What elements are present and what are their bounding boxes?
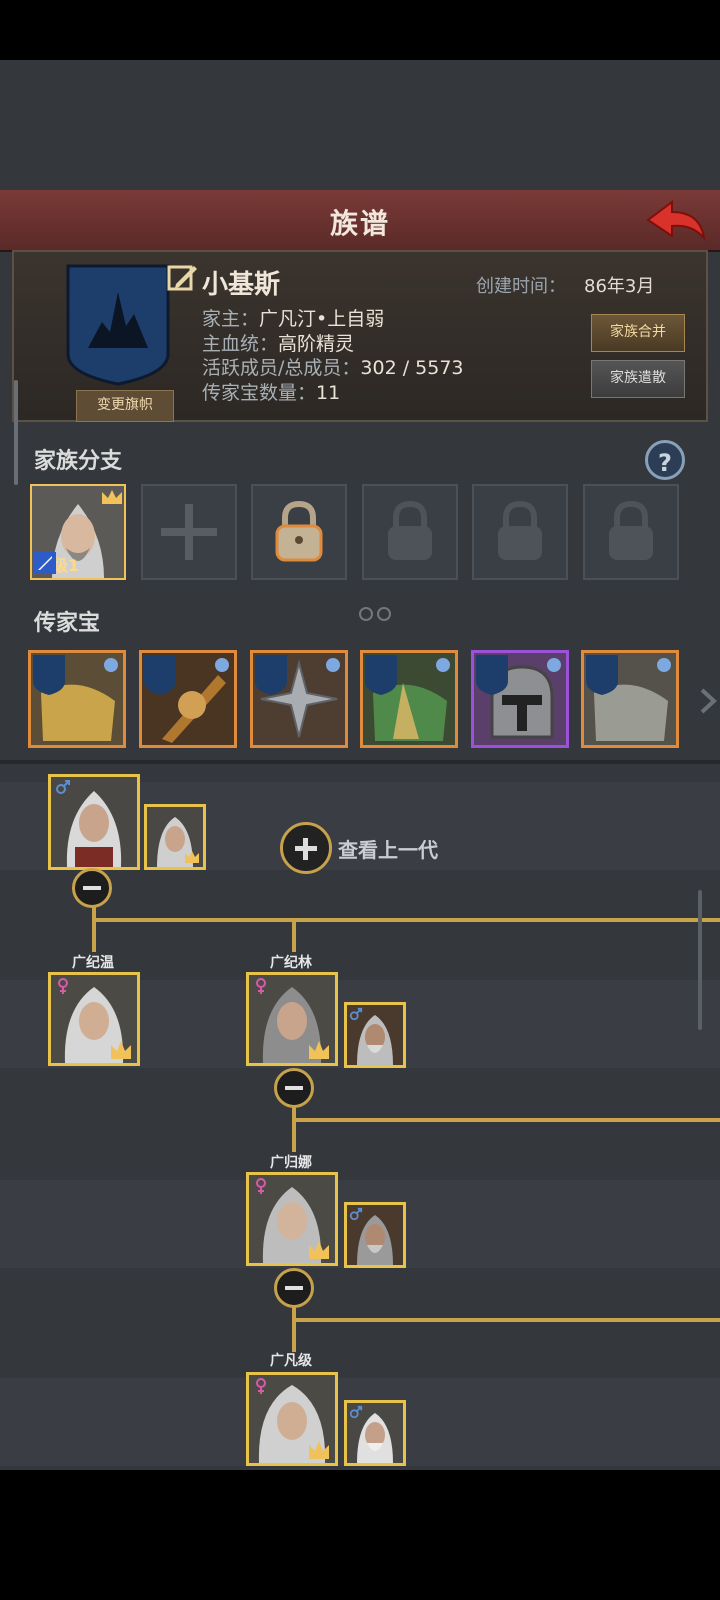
members-row: 活跃成员/总成员：302 / 5573 (202, 353, 464, 380)
page-title: 族谱 (329, 207, 390, 240)
member-portrait-guangfanji[interactable] (246, 1372, 338, 1466)
branch-slot-2[interactable] (141, 484, 237, 580)
male-symbol-icon (349, 1405, 363, 1419)
ancestor-spouse-portrait[interactable] (144, 804, 206, 870)
tree-connector (292, 1118, 296, 1152)
branches-section-title: 家族分支 (34, 449, 123, 474)
male-symbol-icon (349, 1007, 363, 1021)
female-symbol-icon (58, 978, 68, 994)
navigation-bar (0, 1470, 720, 1600)
male-symbol-icon (56, 780, 70, 794)
tree-scrollbar[interactable] (698, 890, 702, 1030)
family-head-value: 广凡汀•上自弱 (259, 308, 385, 330)
tree-connector (92, 918, 96, 952)
silver-armor-icon (584, 653, 676, 745)
chevron-right-icon[interactable] (698, 686, 718, 716)
heirloom-shuriken[interactable] (250, 650, 348, 748)
member-name: 广纪林 (270, 955, 312, 971)
lock-icon (388, 500, 432, 560)
family-merge-button[interactable]: 家族合并 (591, 314, 685, 352)
spouse-portrait[interactable] (344, 1400, 406, 1466)
tree-connector (292, 1118, 720, 1122)
family-info-card: 变更旗帜 小基斯 创建时间： 86年3月 家主：广凡汀•上自弱 主血统：高阶精灵… (12, 250, 708, 422)
crown-icon (102, 490, 122, 504)
sword-icon (34, 552, 56, 574)
tree-connector (92, 918, 720, 922)
member-portrait-guangjilin[interactable] (246, 972, 338, 1066)
cross-icon (161, 504, 217, 560)
family-name: 小基斯 (202, 270, 281, 300)
member-name: 广归娜 (270, 1155, 312, 1171)
collapse-button[interactable] (274, 1068, 314, 1108)
title-bar: 族谱 (0, 190, 720, 252)
bloodline-row: 主血统：高阶精灵 (202, 329, 354, 356)
heirloom-green-armor[interactable] (360, 650, 458, 748)
heirloom-count-row: 传家宝数量：11 (202, 378, 340, 405)
back-arrow-icon[interactable] (644, 198, 708, 242)
section-divider (0, 760, 720, 764)
member-name: 广凡级 (270, 1353, 312, 1369)
family-head-label: 家主： (202, 308, 260, 330)
spouse-portrait[interactable] (344, 1002, 406, 1068)
elf-female-portrait-icon (147, 807, 203, 867)
member-portrait-guangguina[interactable] (246, 1172, 338, 1266)
family-disband-button[interactable]: 家族遣散 (591, 360, 685, 398)
change-flag-button[interactable]: 变更旗帜 (76, 390, 174, 422)
member-name: 广纪温 (72, 955, 114, 971)
branch-slot-5[interactable] (472, 484, 568, 580)
family-head-row: 家主：广凡汀•上自弱 (202, 304, 384, 331)
tree-connector (292, 1318, 296, 1352)
dragon-weapon-icon (142, 653, 234, 745)
collapse-button[interactable] (274, 1268, 314, 1308)
bloodline-label: 主血统： (202, 333, 279, 355)
female-symbol-icon (256, 978, 266, 994)
knight-helm-icon (474, 653, 566, 745)
lock-icon (498, 500, 542, 560)
edit-name-icon[interactable] (166, 262, 198, 294)
page-dots-icon (359, 607, 391, 621)
lock-gold-icon (275, 500, 323, 562)
created-time-value: 86年3月 (584, 276, 655, 297)
heirloom-count-value: 11 (316, 382, 341, 404)
female-symbol-icon (256, 1178, 266, 1194)
heirlooms-section-title: 传家宝 (34, 611, 101, 636)
branch-slot-6[interactable] (583, 484, 679, 580)
green-armor-icon (363, 653, 455, 745)
tree-connector (292, 918, 296, 952)
branch-slot-4[interactable] (362, 484, 458, 580)
spouse-portrait[interactable] (344, 1202, 406, 1268)
tree-connector (292, 1318, 720, 1322)
shuriken-icon (253, 653, 345, 745)
family-banner-icon (66, 264, 170, 386)
created-time-label: 创建时间： (476, 276, 566, 297)
view-previous-generation-label[interactable]: 查看上一代 (338, 834, 438, 863)
heirloom-knight-helm[interactable] (471, 650, 569, 748)
branch-slot-3[interactable] (251, 484, 347, 580)
ancestor-portrait[interactable] (48, 774, 140, 870)
heirloom-golden-armor[interactable] (28, 650, 126, 748)
heirloom-silver-armor[interactable] (581, 650, 679, 748)
heirloom-dragon-weapon[interactable] (139, 650, 237, 748)
lock-icon (609, 500, 653, 560)
heirloom-count-label: 传家宝数量： (202, 382, 317, 404)
help-icon[interactable]: ? (645, 440, 685, 480)
members-value: 302 / 5573 (360, 357, 464, 379)
member-portrait-guangjiwen[interactable] (48, 972, 140, 1066)
members-label: 活跃成员/总成员： (202, 357, 361, 379)
female-symbol-icon (256, 1378, 266, 1394)
scrollbar[interactable] (14, 380, 18, 485)
bloodline-value: 高阶精灵 (278, 333, 355, 355)
golden-armor-icon (31, 653, 123, 745)
collapse-button[interactable] (72, 868, 112, 908)
male-symbol-icon (349, 1207, 363, 1221)
view-previous-generation-button[interactable] (280, 822, 332, 874)
status-bar (0, 0, 720, 60)
branch-level-badge: 等级1 (34, 552, 79, 576)
branch-slot-1[interactable]: 等级1 (30, 484, 126, 580)
